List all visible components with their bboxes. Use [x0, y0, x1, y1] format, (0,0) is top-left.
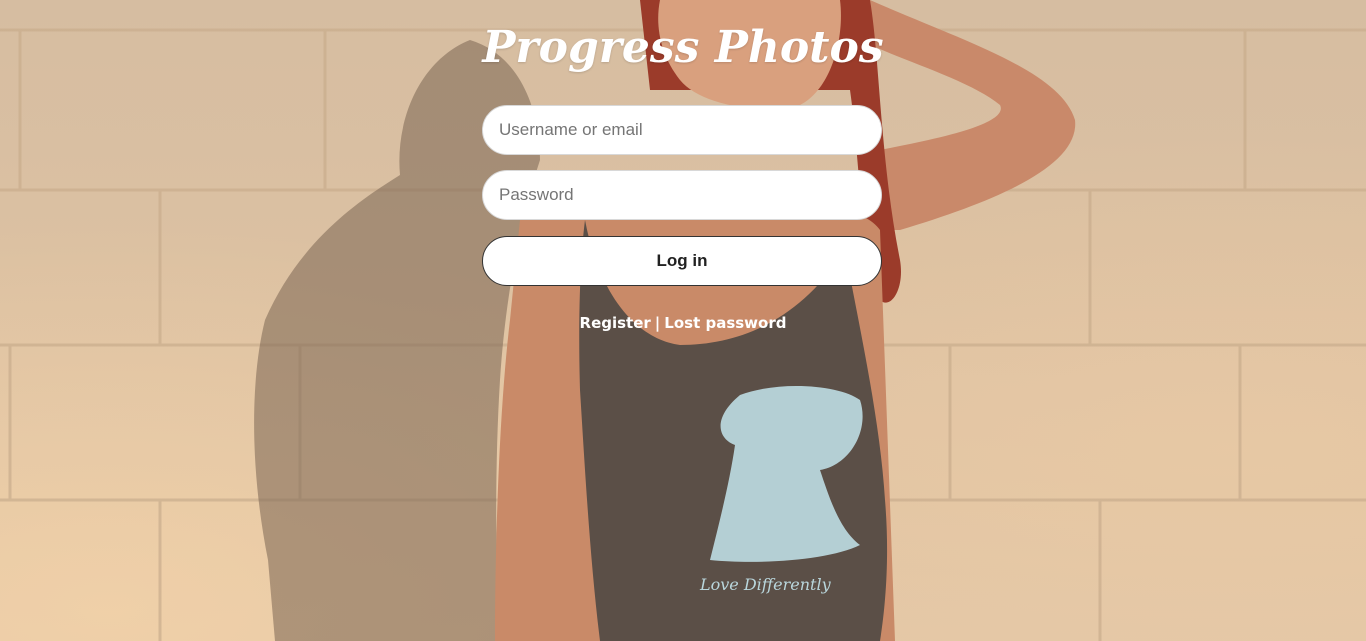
- shirt-text: Love Differently: [699, 575, 832, 594]
- password-input[interactable]: [482, 170, 882, 220]
- app-title: Progress Photos: [482, 22, 884, 73]
- register-link[interactable]: Register: [580, 314, 651, 332]
- link-separator: |: [654, 314, 661, 332]
- login-button[interactable]: Log in: [482, 236, 882, 286]
- username-input[interactable]: [482, 105, 882, 155]
- footer-links: Register | Lost password: [0, 314, 1366, 332]
- lost-password-link[interactable]: Lost password: [664, 314, 786, 332]
